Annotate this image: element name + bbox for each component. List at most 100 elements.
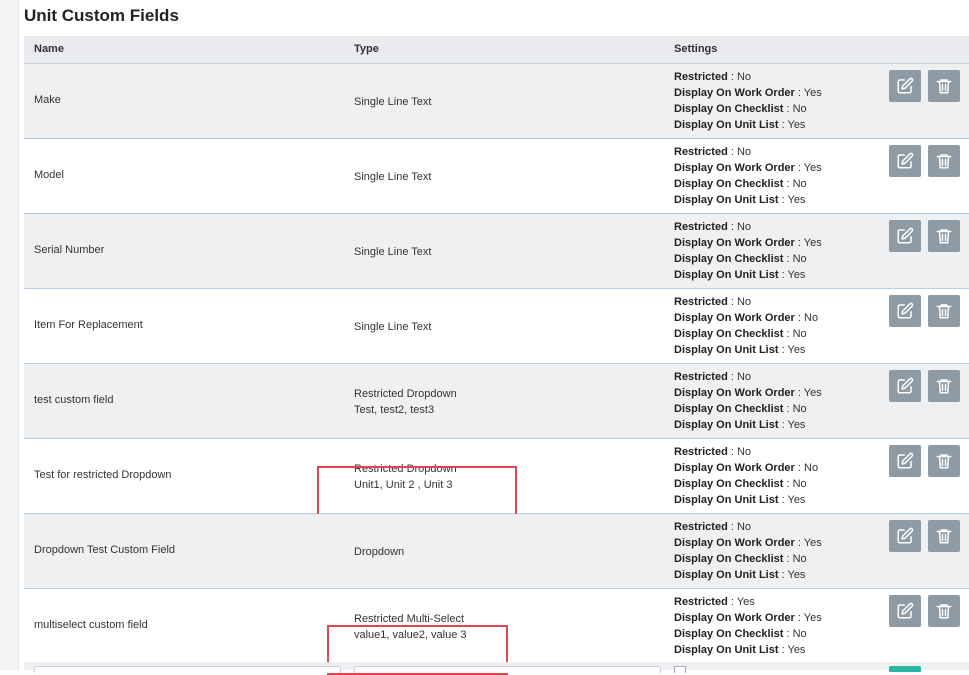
- trash-icon: [936, 304, 952, 319]
- edit-icon: [897, 152, 914, 169]
- edit-button[interactable]: [889, 295, 921, 327]
- delete-button[interactable]: [928, 220, 960, 252]
- delete-button[interactable]: [928, 595, 960, 627]
- trash-icon: [936, 604, 952, 619]
- setting-work-order: Display On Work Order : No: [674, 462, 819, 474]
- table-header: Name Type Settings: [24, 36, 969, 64]
- left-gutter: [0, 0, 19, 670]
- edit-icon: [897, 602, 914, 619]
- table-row: Make Single Line Text Restricted : No Di…: [24, 64, 969, 139]
- custom-fields-table: Name Type Settings Make Single Line Text…: [24, 36, 969, 675]
- setting-unit-list: Display On Unit List : Yes: [674, 194, 806, 206]
- table-row: Item For Replacement Single Line Text Re…: [24, 289, 969, 364]
- field-settings: Restricted : No Display On Work Order : …: [674, 294, 818, 358]
- table-row: multiselect custom field Restricted Mult…: [24, 589, 969, 675]
- table-row: Model Single Line Text Restricted : No D…: [24, 139, 969, 214]
- setting-checklist: Display On Checklist : No: [674, 553, 807, 565]
- field-name: Serial Number: [34, 244, 105, 256]
- field-name: Item For Replacement: [34, 319, 143, 331]
- setting-work-order: Display On Work Order : Yes: [674, 387, 822, 399]
- table-row: Dropdown Test Custom Field Dropdown Rest…: [24, 514, 969, 589]
- setting-unit-list: Display On Unit List : Yes: [674, 344, 806, 356]
- field-type: Single Line Text: [354, 169, 431, 185]
- column-header-name: Name: [34, 43, 64, 55]
- edit-icon: [897, 302, 914, 319]
- field-type: Restricted Multi-Select value1, value2, …: [327, 611, 508, 675]
- trash-icon: [936, 529, 952, 544]
- delete-button[interactable]: [928, 70, 960, 102]
- setting-checklist: Display On Checklist : No: [674, 103, 807, 115]
- setting-restricted: Restricted : No: [674, 146, 752, 158]
- edit-button[interactable]: [889, 595, 921, 627]
- field-type-label: Dropdown: [354, 546, 405, 558]
- setting-restricted: Restricted : No: [674, 221, 752, 233]
- field-type-label: Single Line Text: [354, 171, 432, 183]
- setting-checklist: Display On Checklist : No: [674, 178, 807, 190]
- setting-checklist: Display On Checklist : No: [674, 328, 807, 340]
- field-settings: Restricted : Yes Display On Work Order :…: [674, 594, 822, 658]
- delete-button[interactable]: [928, 520, 960, 552]
- edit-icon: [897, 77, 914, 94]
- setting-unit-list: Display On Unit List : Yes: [674, 569, 806, 581]
- field-name: Make: [34, 94, 61, 106]
- edit-icon: [897, 227, 914, 244]
- edit-icon: [897, 377, 914, 394]
- setting-unit-list: Display On Unit List : Yes: [674, 269, 806, 281]
- setting-checklist: Display On Checklist : No: [674, 628, 807, 640]
- field-type: Restricted Dropdown Unit1, Unit 2 , Unit…: [317, 461, 517, 523]
- trash-icon: [936, 154, 952, 169]
- field-type: Single Line Text: [354, 319, 431, 335]
- field-settings: Restricted : No Display On Work Order : …: [674, 219, 822, 283]
- edit-icon: [897, 527, 914, 544]
- delete-button[interactable]: [928, 145, 960, 177]
- column-header-type: Type: [354, 43, 379, 55]
- field-name: Model: [34, 169, 64, 181]
- trash-icon: [936, 454, 952, 469]
- setting-work-order: Display On Work Order : Yes: [674, 237, 822, 249]
- setting-restricted: Restricted : No: [674, 296, 752, 308]
- table-row: Test for restricted Dropdown Restricted …: [24, 439, 969, 523]
- field-type-label: Single Line Text: [354, 246, 432, 258]
- setting-restricted: Restricted : No: [674, 446, 752, 458]
- field-type: Single Line Text: [354, 94, 431, 110]
- trash-icon: [936, 229, 952, 244]
- field-type: Dropdown: [354, 544, 404, 560]
- edit-button[interactable]: [889, 145, 921, 177]
- trash-icon: [936, 379, 952, 394]
- field-name: Test for restricted Dropdown: [34, 469, 172, 481]
- setting-restricted: Restricted : No: [674, 71, 752, 83]
- delete-button[interactable]: [928, 295, 960, 327]
- setting-unit-list: Display On Unit List : Yes: [674, 644, 806, 656]
- column-header-settings: Settings: [674, 43, 718, 55]
- edit-button[interactable]: [889, 370, 921, 402]
- delete-button[interactable]: [928, 370, 960, 402]
- setting-restricted: Restricted : Yes: [674, 596, 755, 608]
- delete-button[interactable]: [928, 445, 960, 477]
- edit-button[interactable]: [889, 220, 921, 252]
- setting-unit-list: Display On Unit List : Yes: [674, 494, 806, 506]
- setting-work-order: Display On Work Order : No: [674, 312, 819, 324]
- setting-restricted: Restricted : No: [674, 371, 752, 383]
- trash-icon: [936, 79, 952, 94]
- edit-button[interactable]: [889, 445, 921, 477]
- setting-checklist: Display On Checklist : No: [674, 478, 807, 490]
- setting-work-order: Display On Work Order : Yes: [674, 537, 822, 549]
- field-settings: Restricted : No Display On Work Order : …: [674, 444, 818, 508]
- setting-work-order: Display On Work Order : Yes: [674, 612, 822, 624]
- table-row: test custom field Restricted Dropdown Te…: [24, 364, 969, 439]
- add-field-button[interactable]: [889, 666, 921, 672]
- setting-unit-list: Display On Unit List : Yes: [674, 419, 806, 431]
- setting-restricted: Restricted : No: [674, 521, 752, 533]
- field-name: multiselect custom field: [34, 619, 148, 631]
- edit-icon: [897, 452, 914, 469]
- edit-button[interactable]: [889, 70, 921, 102]
- field-settings: Restricted : No Display On Work Order : …: [674, 69, 822, 133]
- field-type: Restricted Dropdown Test, test2, test3: [354, 386, 457, 418]
- page-title: Unit Custom Fields: [24, 6, 179, 25]
- new-field-row: [24, 662, 969, 673]
- field-settings: Restricted : No Display On Work Order : …: [674, 369, 822, 433]
- field-name: Dropdown Test Custom Field: [34, 544, 176, 556]
- setting-work-order: Display On Work Order : Yes: [674, 87, 822, 99]
- table-row: Serial Number Single Line Text Restricte…: [24, 214, 969, 289]
- edit-button[interactable]: [889, 520, 921, 552]
